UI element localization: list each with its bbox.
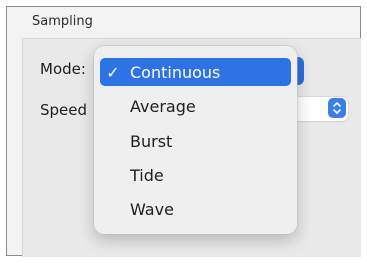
menu-item-label: Tide — [130, 165, 164, 185]
mode-dropdown-menu: ✓ Continuous Average Burst Tide Wave — [94, 46, 297, 234]
speed-label: Speed — [40, 101, 88, 119]
checkmark-icon: ✓ — [106, 62, 120, 82]
menu-item-label: Average — [130, 96, 196, 116]
menu-item-continuous[interactable]: ✓ Continuous — [100, 58, 291, 86]
menu-item-label: Continuous — [130, 62, 221, 82]
menu-item-average[interactable]: Average — [100, 92, 291, 120]
chevron-up-down-icon[interactable] — [328, 98, 346, 118]
menu-item-label: Burst — [130, 131, 173, 151]
menu-item-burst[interactable]: Burst — [100, 127, 291, 155]
menu-item-wave[interactable]: Wave — [100, 195, 291, 223]
menu-item-tide[interactable]: Tide — [100, 161, 291, 189]
section-title: Sampling — [32, 14, 93, 29]
menu-item-label: Wave — [130, 199, 174, 219]
mode-label: Mode: — [40, 60, 86, 78]
